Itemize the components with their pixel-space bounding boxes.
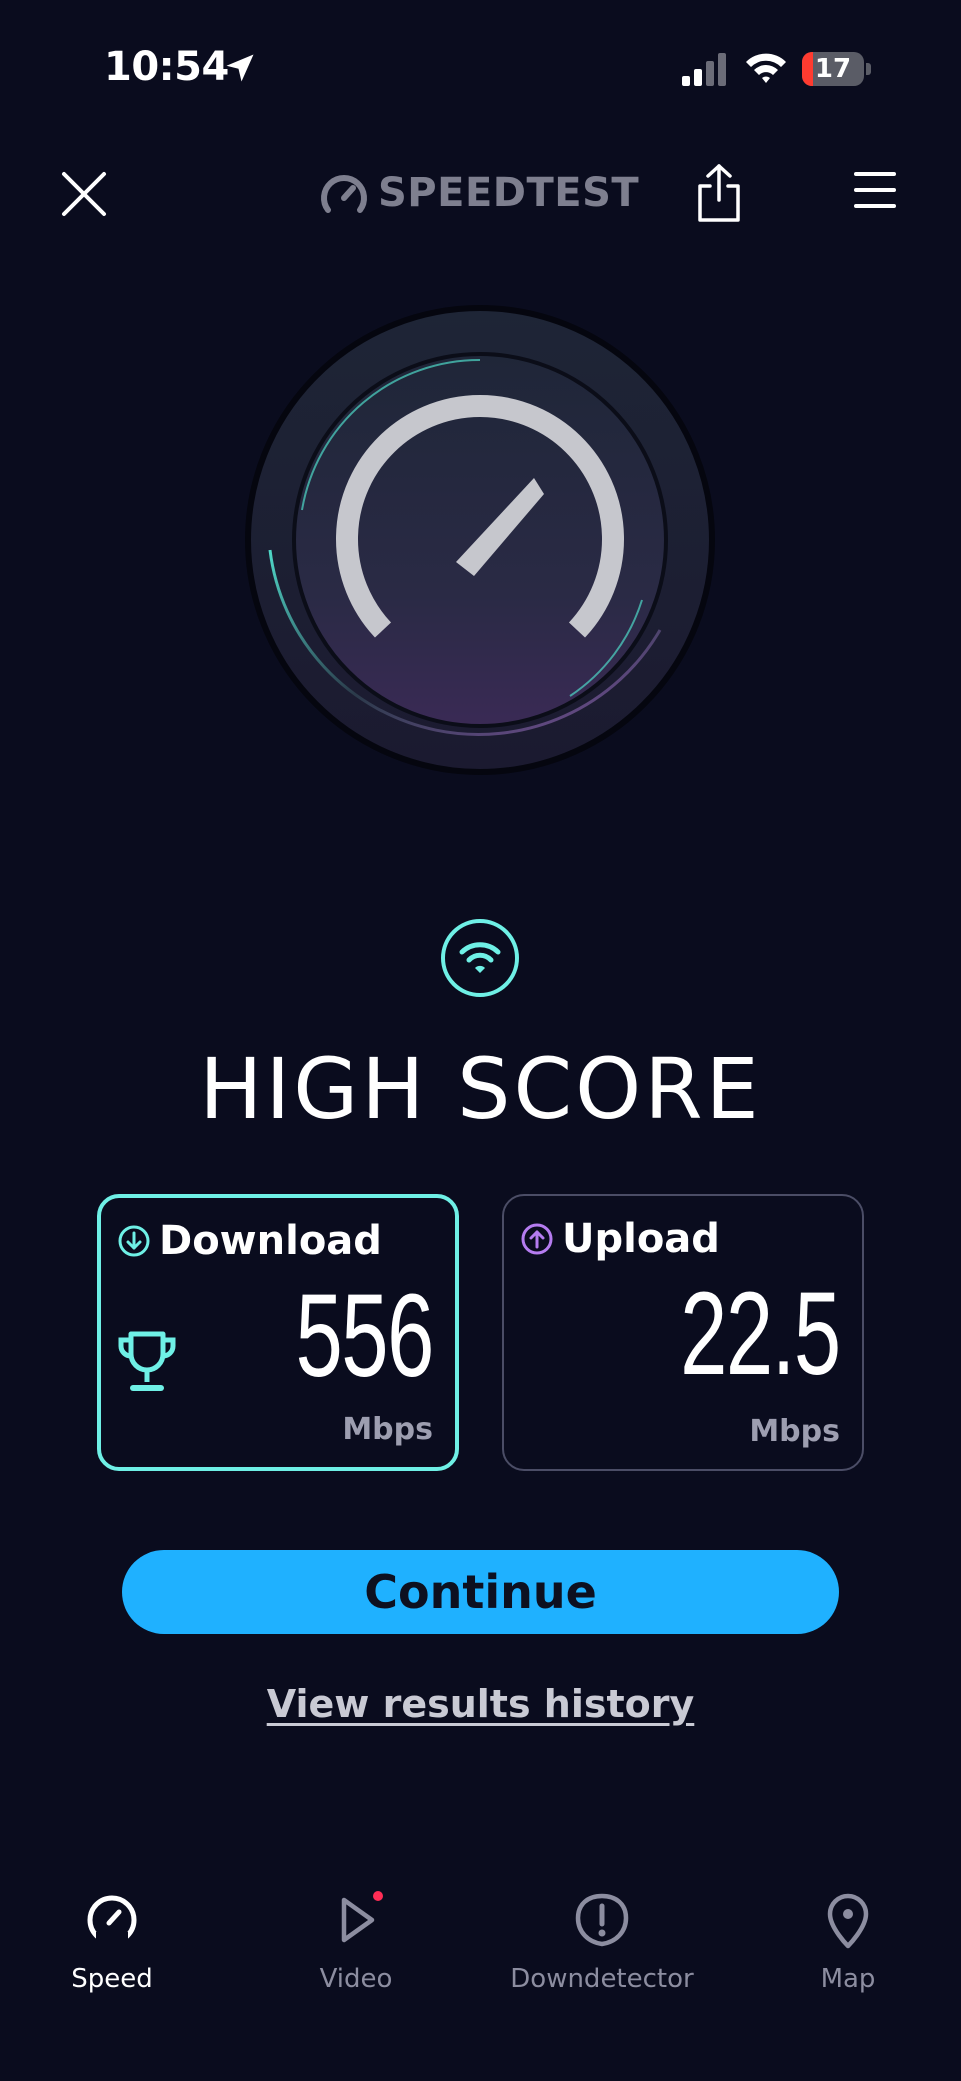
wifi-badge-icon (441, 919, 519, 997)
download-label: Download (159, 1218, 382, 1264)
alert-icon (575, 1893, 629, 1947)
tab-label: Speed (71, 1964, 153, 1994)
notification-dot (373, 1891, 383, 1901)
close-icon (62, 172, 106, 216)
tab-downdetector[interactable]: Downdetector (492, 1890, 712, 1994)
upload-speed-value: 22.5 (680, 1268, 841, 1400)
tab-label: Map (820, 1964, 876, 1994)
status-time: 10:54 (104, 44, 229, 90)
share-button[interactable] (696, 162, 742, 224)
view-results-history-link[interactable]: View results history (0, 1682, 961, 1726)
battery-indicator: 17 (802, 52, 872, 86)
speedtest-logo-icon (321, 175, 367, 213)
trophy-icon (118, 1331, 176, 1391)
location-arrow-icon (226, 54, 254, 82)
upload-label: Upload (562, 1216, 720, 1262)
download-speed-value: 556 (295, 1270, 435, 1402)
tab-label: Video (319, 1964, 393, 1994)
download-unit: Mbps (342, 1412, 433, 1447)
cellular-signal-icon (682, 53, 726, 86)
wifi-status-icon (746, 53, 786, 83)
upload-card: Upload 22.5 Mbps (502, 1194, 864, 1471)
download-arrow-icon (118, 1225, 150, 1257)
speedtest-logo: SPEEDTEST (320, 168, 640, 220)
share-icon (698, 164, 740, 222)
continue-button[interactable]: Continue (122, 1550, 839, 1634)
menu-button[interactable] (852, 168, 898, 212)
logo-text: SPEEDTEST (378, 170, 640, 216)
download-card: Download 556 Mbps (97, 1194, 459, 1471)
tab-label: Downdetector (510, 1964, 694, 1994)
play-icon (341, 1891, 383, 1943)
tab-speed[interactable]: Speed (2, 1890, 222, 1994)
tab-video[interactable]: Video (246, 1890, 466, 1994)
upload-arrow-icon (521, 1223, 553, 1255)
battery-level: 17 (814, 54, 852, 84)
result-title: HIGH SCORE (199, 1040, 762, 1138)
close-button[interactable] (56, 166, 112, 222)
upload-unit: Mbps (749, 1414, 840, 1449)
map-pin-icon (827, 1893, 869, 1949)
tab-map[interactable]: Map (738, 1890, 958, 1994)
speedometer-icon (87, 1895, 137, 1946)
speed-gauge (245, 305, 715, 775)
menu-icon (854, 172, 896, 208)
